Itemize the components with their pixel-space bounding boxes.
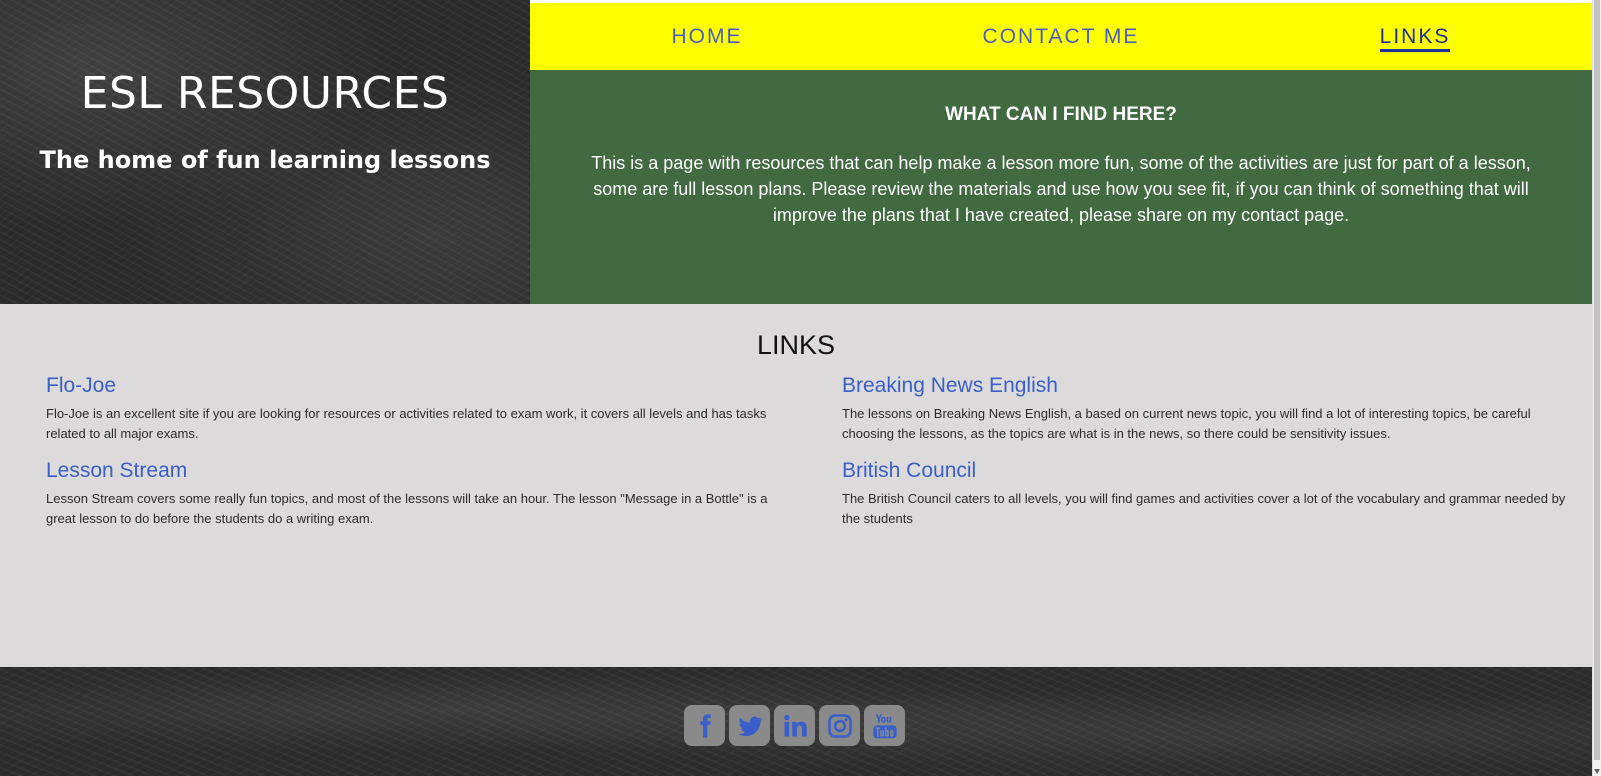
scrollbar-thumb[interactable] <box>1594 0 1600 760</box>
nav-links-link[interactable]: LINKS <box>1238 24 1592 52</box>
scroll-down-arrow-icon[interactable] <box>1594 769 1600 774</box>
breaking-news-english-description: The lessons on Breaking News English, a … <box>842 406 1531 441</box>
linkedin-button[interactable] <box>774 705 815 746</box>
hero-banner: ESL RESOURCES The home of fun learning l… <box>0 0 530 304</box>
instagram-icon <box>827 713 852 738</box>
intro-text: This is a page with resources that can h… <box>591 153 1531 225</box>
breaking-news-english-link[interactable]: Breaking News English <box>842 374 1577 398</box>
link-card-flo-joe: Flo-Joe Flo-Joe is an excellent site if … <box>46 374 781 444</box>
nav-contact-label: CONTACT ME <box>982 24 1140 48</box>
link-card-british-council: British Council The British Council cate… <box>842 459 1577 529</box>
social-links <box>684 705 905 746</box>
links-section: LINKS Flo-Joe Flo-Joe is an excellent si… <box>0 304 1592 667</box>
lesson-stream-description: Lesson Stream covers some really fun top… <box>46 491 768 526</box>
links-section-title: LINKS <box>756 330 836 360</box>
nav-links-label: LINKS <box>1379 24 1451 52</box>
linkedin-icon <box>783 714 807 736</box>
british-council-description: The British Council caters to all levels… <box>842 491 1566 526</box>
youtube-icon <box>872 713 897 738</box>
nav-home-link[interactable]: HOME <box>530 25 884 49</box>
site-header: ESL RESOURCES The home of fun learning l… <box>0 0 1592 304</box>
intro-heading: WHAT CAN I FIND HERE? <box>945 104 1177 125</box>
link-card-breaking-news-english: Breaking News English The lessons on Bre… <box>842 374 1577 444</box>
lesson-stream-link[interactable]: Lesson Stream <box>46 459 781 483</box>
twitter-button[interactable] <box>729 705 770 746</box>
intro-panel: WHAT CAN I FIND HERE? This is a page wit… <box>530 70 1592 304</box>
youtube-button[interactable] <box>864 705 905 746</box>
flo-joe-description: Flo-Joe is an excellent site if you are … <box>46 406 767 441</box>
site-tagline: The home of fun learning lessons <box>39 146 491 174</box>
instagram-button[interactable] <box>819 705 860 746</box>
main-nav: HOME CONTACT ME LINKS <box>530 3 1592 70</box>
facebook-icon <box>699 713 711 738</box>
nav-contact-link[interactable]: CONTACT ME <box>884 25 1238 49</box>
link-card-lesson-stream: Lesson Stream Lesson Stream covers some … <box>46 459 781 529</box>
nav-home-label: HOME <box>671 24 743 48</box>
site-title: ESL RESOURCES <box>80 68 450 119</box>
facebook-button[interactable] <box>684 705 725 746</box>
site-footer <box>0 667 1592 776</box>
twitter-icon <box>737 716 763 736</box>
flo-joe-link[interactable]: Flo-Joe <box>46 374 781 398</box>
page-scrollbar[interactable] <box>1592 0 1601 776</box>
british-council-link[interactable]: British Council <box>842 459 1577 483</box>
